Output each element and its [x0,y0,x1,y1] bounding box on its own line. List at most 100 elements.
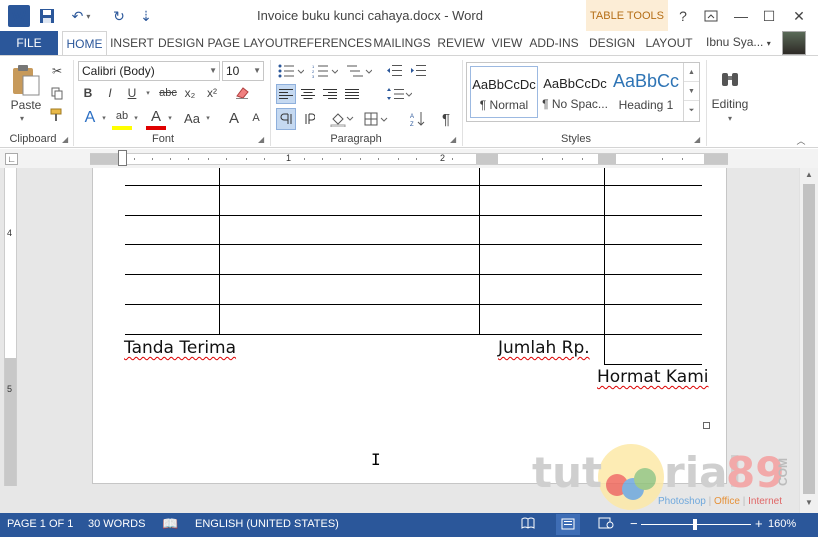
help-button[interactable]: ? [670,5,696,27]
gallery-scroll-up-icon[interactable]: ▲ [684,63,699,82]
paragraph-dialog-launcher-icon[interactable]: ◢ [450,135,456,144]
page-count-status[interactable]: PAGE 1 OF 1 [7,518,73,530]
minimize-button[interactable]: — [728,5,754,27]
binoculars-icon[interactable] [712,62,748,96]
align-center-icon[interactable] [298,84,318,104]
style-no-spacing[interactable]: AaBbCcDc ¶ No Spac... [541,66,609,118]
increase-indent-icon[interactable] [408,61,428,81]
sort-icon[interactable]: AZ [408,108,428,130]
styles-dialog-launcher-icon[interactable]: ◢ [694,135,700,144]
language-status[interactable]: ENGLISH (UNITED STATES) [195,518,339,530]
tab-insert[interactable]: INSERT [109,31,155,55]
word-count-status[interactable]: 30 WORDS [88,518,145,530]
superscript-button[interactable]: x² [202,83,222,103]
tab-references[interactable]: REFERENCES [290,31,372,55]
copy-icon[interactable] [48,84,66,102]
user-account-name[interactable]: Ibnu Sya... ▾ [706,35,771,49]
ltr-direction-icon[interactable] [276,108,296,130]
tab-view[interactable]: VIEW [489,31,525,55]
paste-options-icon[interactable]: ▾ [20,114,24,123]
font-name-dropdown-icon[interactable]: ▼ [209,62,217,80]
show-formatting-marks-button[interactable]: ¶ [436,108,456,130]
cut-icon[interactable]: ✂ [48,62,66,80]
avatar[interactable] [782,31,806,55]
table-resize-handle[interactable] [703,422,710,429]
shrink-font-button[interactable]: A [246,106,266,130]
save-icon[interactable] [36,5,58,27]
hormat-kami-text[interactable]: Hormat Kami [597,367,708,387]
clear-formatting-icon[interactable] [232,83,252,103]
font-color-dropdown-icon[interactable]: ▾ [166,106,174,130]
zoom-level[interactable]: 160% [768,518,796,530]
editing-button[interactable]: Editing [708,96,752,112]
highlight-dropdown-icon[interactable]: ▾ [132,106,140,130]
tab-home[interactable]: HOME [62,31,107,55]
clipboard-dialog-launcher-icon[interactable]: ◢ [62,135,68,144]
close-button[interactable]: ✕ [786,5,812,27]
paste-icon[interactable] [10,64,42,96]
vertical-ruler[interactable]: 4 5 [4,168,17,486]
paste-button[interactable]: Paste [6,98,46,112]
underline-button[interactable]: U [122,83,142,103]
tab-review[interactable]: REVIEW [435,31,487,55]
style-normal[interactable]: AaBbCcDc ¶ Normal [470,66,538,118]
change-case-dropdown-icon[interactable]: ▾ [204,106,212,130]
subscript-button[interactable]: x₂ [180,83,200,103]
highlight-button[interactable]: ab [112,106,132,130]
align-right-icon[interactable] [320,84,340,104]
font-size-dropdown-icon[interactable]: ▼ [253,62,261,80]
undo-dropdown-icon[interactable]: ▾ [86,12,90,21]
font-color-button[interactable]: A [146,106,166,130]
scroll-down-icon[interactable]: ▼ [800,498,818,507]
rtl-direction-icon[interactable] [298,108,318,130]
font-size-combo[interactable]: 10 ▼ [222,61,264,81]
tab-add-ins[interactable]: ADD-INS [527,31,581,55]
scroll-thumb[interactable] [803,184,815,494]
gallery-scroll-down-icon[interactable]: ▼ [684,82,699,101]
style-heading-1[interactable]: AaBbCc Heading 1 [612,66,680,118]
text-effects-button[interactable]: A [80,106,100,130]
tab-design[interactable]: DESIGN [157,31,205,55]
decrease-indent-icon[interactable] [384,61,404,81]
change-case-button[interactable]: Aa [180,106,204,130]
justify-icon[interactable] [342,84,362,104]
tab-page-layout[interactable]: PAGE LAYOUT [207,31,291,55]
text-effects-dropdown-icon[interactable]: ▾ [100,106,108,130]
editing-dropdown-icon[interactable]: ▾ [724,112,736,124]
shading-icon[interactable] [328,108,356,130]
borders-icon[interactable] [362,108,390,130]
jumlah-text[interactable]: Jumlah Rp. [498,338,590,358]
bold-button[interactable]: B [78,83,98,103]
ribbon-display-options-icon[interactable] [698,5,724,27]
tab-selector-icon[interactable]: ∟ [5,153,18,165]
grow-font-button[interactable]: A [224,106,244,130]
tab-file[interactable]: FILE [0,31,58,55]
zoom-in-button[interactable]: + [755,516,763,531]
scroll-up-icon[interactable]: ▲ [800,170,818,179]
gallery-more-icon[interactable]: ⏷ [684,101,699,120]
zoom-out-button[interactable]: − [630,516,638,531]
italic-button[interactable]: I [100,83,120,103]
collapse-ribbon-icon[interactable]: ︿ [794,134,808,146]
print-layout-icon[interactable] [556,514,580,535]
redo-icon[interactable]: ↻ [104,5,134,27]
tanda-terima-text[interactable]: Tanda Terima [124,338,236,358]
undo-button[interactable]: ↶ ▾ [66,5,96,27]
format-painter-icon[interactable] [48,106,66,124]
vertical-scrollbar[interactable]: ▲ ▼ [799,168,818,513]
tab-mailings[interactable]: MAILINGS [371,31,433,55]
web-layout-icon[interactable] [598,517,614,532]
horizontal-ruler[interactable]: 1 2 [90,150,728,166]
maximize-button[interactable]: ☐ [756,5,782,27]
line-spacing-icon[interactable] [384,84,414,104]
underline-dropdown-icon[interactable]: ▾ [144,83,152,103]
multilevel-list-icon[interactable] [344,61,374,81]
tab-table-layout[interactable]: LAYOUT [642,31,696,55]
proofing-icon[interactable]: 📖 [162,516,178,532]
numbering-icon[interactable]: 123 [310,61,340,81]
align-left-icon[interactable] [276,84,296,104]
font-dialog-launcher-icon[interactable]: ◢ [258,135,264,144]
word-logo-icon[interactable]: W [8,5,30,27]
zoom-slider-thumb[interactable] [693,519,697,530]
customize-qat-icon[interactable]: ⇣ [138,5,154,27]
